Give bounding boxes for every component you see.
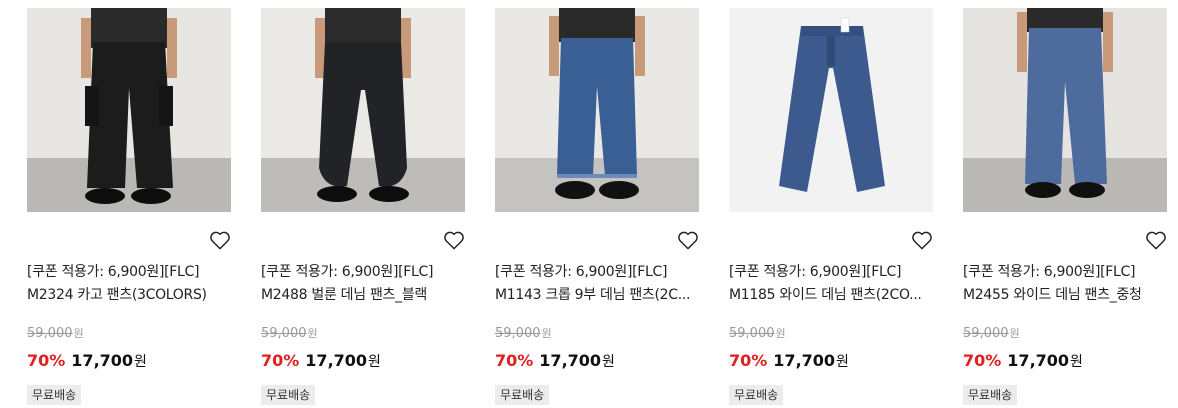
original-price-unit: 원 (541, 327, 552, 340)
product-image[interactable] (27, 8, 231, 212)
free-shipping-badge: 무료배송 (27, 385, 82, 405)
product-card[interactable]: [쿠폰 적용가: 6,900원][FLC] M1185 와이드 데님 팬츠(2C… (729, 8, 933, 405)
product-card[interactable]: [쿠폰 적용가: 6,900원][FLC] M2324 카고 팬츠(3COLOR… (27, 8, 231, 405)
original-price-unit: 원 (307, 327, 318, 340)
free-shipping-badge: 무료배송 (963, 385, 1018, 405)
discount-rate: 70% (729, 351, 768, 370)
wishlist-heart-icon[interactable] (911, 230, 933, 250)
original-price-value: 59,000 (495, 326, 541, 341)
product-image[interactable] (495, 8, 699, 212)
original-price: 59,000원 (261, 325, 318, 341)
sale-price-unit: 원 (602, 354, 615, 370)
product-image[interactable] (729, 8, 933, 212)
product-title[interactable]: [쿠폰 적용가: 6,900원][FLC] M2455 와이드 데님 팬츠_중청 (963, 261, 1167, 307)
free-shipping-badge: 무료배송 (729, 385, 784, 405)
original-price: 59,000원 (27, 325, 84, 341)
discount-rate: 70% (261, 351, 300, 370)
product-card[interactable]: [쿠폰 적용가: 6,900원][FLC] M2488 벌룬 데님 팬츠_블랙 … (261, 8, 465, 405)
product-title[interactable]: [쿠폰 적용가: 6,900원][FLC] M2488 벌룬 데님 팬츠_블랙 (261, 261, 465, 307)
original-price: 59,000원 (963, 325, 1020, 341)
sale-price: 70% 17,700 원 (963, 351, 1083, 371)
sale-price-value: 17,700 (1007, 351, 1070, 370)
sale-price-value: 17,700 (71, 351, 134, 370)
wishlist-heart-icon[interactable] (677, 230, 699, 250)
original-price: 59,000원 (729, 325, 786, 341)
product-card[interactable]: [쿠폰 적용가: 6,900원][FLC] M1143 크롭 9부 데님 팬츠(… (495, 8, 699, 405)
discount-rate: 70% (27, 351, 66, 370)
sale-price-unit: 원 (836, 354, 849, 370)
discount-rate: 70% (963, 351, 1002, 370)
sale-price: 70% 17,700 원 (27, 351, 147, 371)
sale-price-unit: 원 (1070, 354, 1083, 370)
original-price-unit: 원 (1009, 327, 1020, 340)
wishlist-heart-icon[interactable] (443, 230, 465, 250)
product-card[interactable]: [쿠폰 적용가: 6,900원][FLC] M2455 와이드 데님 팬츠_중청… (963, 8, 1167, 405)
sale-price-unit: 원 (368, 354, 381, 370)
free-shipping-badge: 무료배송 (261, 385, 316, 405)
original-price-value: 59,000 (963, 326, 1009, 341)
sale-price: 70% 17,700 원 (729, 351, 849, 371)
original-price-value: 59,000 (27, 326, 73, 341)
discount-rate: 70% (495, 351, 534, 370)
original-price-value: 59,000 (261, 326, 307, 341)
product-image[interactable] (963, 8, 1167, 212)
product-title[interactable]: [쿠폰 적용가: 6,900원][FLC] M1143 크롭 9부 데님 팬츠(… (495, 261, 699, 307)
original-price-unit: 원 (73, 327, 84, 340)
original-price-value: 59,000 (729, 326, 775, 341)
original-price: 59,000원 (495, 325, 552, 341)
sale-price-value: 17,700 (539, 351, 602, 370)
sale-price: 70% 17,700 원 (261, 351, 381, 371)
product-image[interactable] (261, 8, 465, 212)
product-title[interactable]: [쿠폰 적용가: 6,900원][FLC] M2324 카고 팬츠(3COLOR… (27, 261, 231, 307)
wishlist-heart-icon[interactable] (209, 230, 231, 250)
free-shipping-badge: 무료배송 (495, 385, 550, 405)
sale-price: 70% 17,700 원 (495, 351, 615, 371)
sale-price-value: 17,700 (305, 351, 368, 370)
product-title[interactable]: [쿠폰 적용가: 6,900원][FLC] M1185 와이드 데님 팬츠(2C… (729, 261, 933, 307)
wishlist-heart-icon[interactable] (1145, 230, 1167, 250)
product-grid: [쿠폰 적용가: 6,900원][FLC] M2324 카고 팬츠(3COLOR… (27, 8, 1167, 405)
sale-price-value: 17,700 (773, 351, 836, 370)
original-price-unit: 원 (775, 327, 786, 340)
sale-price-unit: 원 (134, 354, 147, 370)
